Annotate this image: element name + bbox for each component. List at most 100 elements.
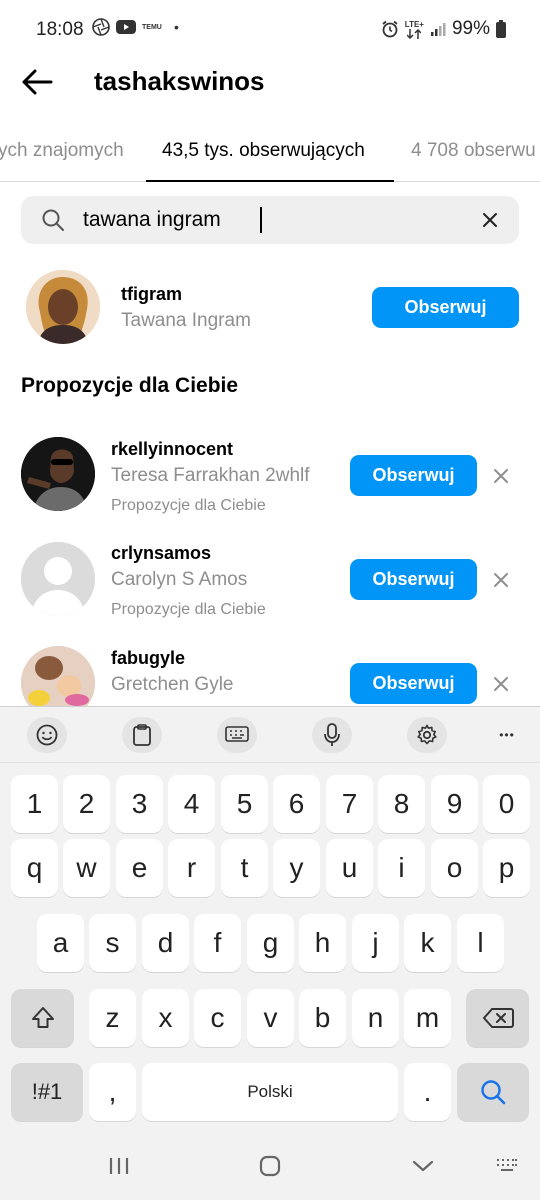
notification-dot: • (174, 19, 179, 35)
result-username: tfigram (121, 284, 183, 304)
space-bar[interactable]: Polski (142, 1063, 398, 1121)
search-input[interactable] (83, 196, 463, 244)
result-full-name: Tawana Ingram (121, 310, 251, 331)
youtube-icon (116, 20, 136, 34)
search-action-key[interactable] (457, 1063, 529, 1121)
emoji-icon (36, 724, 58, 746)
clipboard-button[interactable] (122, 717, 162, 753)
status-time: 18:08 (36, 19, 84, 40)
key-u[interactable]: u (326, 839, 373, 897)
back-arrow-icon (22, 69, 53, 95)
page-title: tashakswinos (94, 66, 265, 96)
key-n[interactable]: n (352, 989, 399, 1047)
avatar (26, 270, 100, 344)
key-l[interactable]: l (457, 914, 504, 972)
keyboard-mode-button[interactable] (217, 717, 257, 753)
hide-keyboard-icon[interactable] (411, 1154, 435, 1178)
key-d[interactable]: d (142, 914, 189, 972)
follow-button[interactable]: Obserwuj (372, 287, 519, 328)
voice-input-button[interactable] (312, 717, 352, 753)
key-v[interactable]: v (247, 989, 294, 1047)
follow-button[interactable]: Obserwuj (350, 559, 477, 600)
period-key[interactable]: . (404, 1063, 451, 1121)
tab-mutual-friends[interactable]: ych znajomych (0, 140, 124, 162)
status-bar: 18:08 TEMU • LTE+ 99% (0, 0, 540, 60)
keyboard-icon (225, 726, 249, 742)
key-e[interactable]: e (116, 839, 163, 897)
key-5[interactable]: 5 (221, 775, 268, 833)
key-p[interactable]: p (483, 839, 530, 897)
suggestion-row[interactable]: fabugyle Gretchen Gyle Obserwuj (0, 642, 540, 706)
key-w[interactable]: w (63, 839, 110, 897)
shift-key[interactable] (11, 989, 74, 1047)
suggestion-row[interactable]: rkellyinnocent Teresa Farrakhan 2whlf Pr… (0, 432, 540, 522)
dismiss-icon[interactable] (493, 676, 509, 692)
key-s[interactable]: s (89, 914, 136, 972)
key-b[interactable]: b (299, 989, 346, 1047)
key-7[interactable]: 7 (326, 775, 373, 833)
suggestion-row[interactable]: crlynsamos Carolyn S Amos Propozycje dla… (0, 536, 540, 626)
symbols-key[interactable]: !#1 (11, 1063, 83, 1121)
active-tab-indicator (146, 180, 394, 182)
suggestion-full-name: Carolyn S Amos (111, 569, 248, 590)
key-2[interactable]: 2 (63, 775, 110, 833)
key-g[interactable]: g (247, 914, 294, 972)
back-button[interactable] (18, 64, 56, 100)
dismiss-icon[interactable] (493, 468, 509, 484)
key-0[interactable]: 0 (483, 775, 530, 833)
lte-icon: LTE+ (405, 20, 424, 39)
search-result-row[interactable]: tfigram Tawana Ingram Obserwuj (0, 268, 540, 348)
backspace-key[interactable] (466, 989, 529, 1047)
key-3[interactable]: 3 (116, 775, 163, 833)
clear-search-icon[interactable] (479, 209, 501, 231)
key-z[interactable]: z (89, 989, 136, 1047)
navigation-bar (0, 1134, 540, 1200)
signal-icon (430, 23, 446, 36)
key-h[interactable]: h (299, 914, 346, 972)
key-9[interactable]: 9 (431, 775, 478, 833)
tab-following[interactable]: 4 708 obserwu (411, 140, 536, 162)
emoji-button[interactable] (27, 717, 67, 753)
dismiss-icon[interactable] (493, 572, 509, 588)
follow-button[interactable]: Obserwuj (350, 455, 477, 496)
key-j[interactable]: j (352, 914, 399, 972)
key-q[interactable]: q (11, 839, 58, 897)
keyboard-settings-button[interactable] (407, 717, 447, 753)
header: tashakswinos (0, 56, 540, 108)
key-6[interactable]: 6 (273, 775, 320, 833)
backspace-icon (482, 1008, 514, 1028)
follow-button[interactable]: Obserwuj (350, 663, 477, 704)
key-a[interactable]: a (37, 914, 84, 972)
key-8[interactable]: 8 (378, 775, 425, 833)
keyboard-toolbar: ••• (0, 707, 540, 763)
key-k[interactable]: k (404, 914, 451, 972)
keyboard-switch-icon[interactable] (494, 1154, 520, 1178)
key-f[interactable]: f (194, 914, 241, 972)
key-m[interactable]: m (404, 989, 451, 1047)
suggestion-full-name: Gretchen Gyle (111, 674, 234, 695)
battery-percent: 99% (451, 18, 490, 39)
key-r[interactable]: r (168, 839, 215, 897)
recent-apps-icon[interactable] (108, 1154, 130, 1178)
key-i[interactable]: i (378, 839, 425, 897)
search-icon (481, 1080, 506, 1105)
tab-followers[interactable]: 43,5 tys. obserwujących (162, 140, 365, 162)
temu-icon: TEMU (142, 23, 162, 31)
key-o[interactable]: o (431, 839, 478, 897)
suggestion-username: crlynsamos (111, 543, 212, 563)
text-cursor (260, 207, 262, 233)
key-x[interactable]: x (142, 989, 189, 1047)
battery-icon (496, 20, 506, 38)
more-options-button[interactable]: ••• (487, 717, 527, 753)
key-c[interactable]: c (194, 989, 241, 1047)
avatar (21, 437, 95, 511)
suggestion-full-name: Teresa Farrakhan 2whlf (111, 465, 310, 486)
home-icon[interactable] (259, 1154, 281, 1178)
key-y[interactable]: y (273, 839, 320, 897)
suggestion-username: fabugyle (111, 648, 186, 668)
key-t[interactable]: t (221, 839, 268, 897)
more-icon: ••• (499, 728, 515, 742)
key-4[interactable]: 4 (168, 775, 215, 833)
key-1[interactable]: 1 (11, 775, 58, 833)
comma-key[interactable]: , (89, 1063, 136, 1121)
